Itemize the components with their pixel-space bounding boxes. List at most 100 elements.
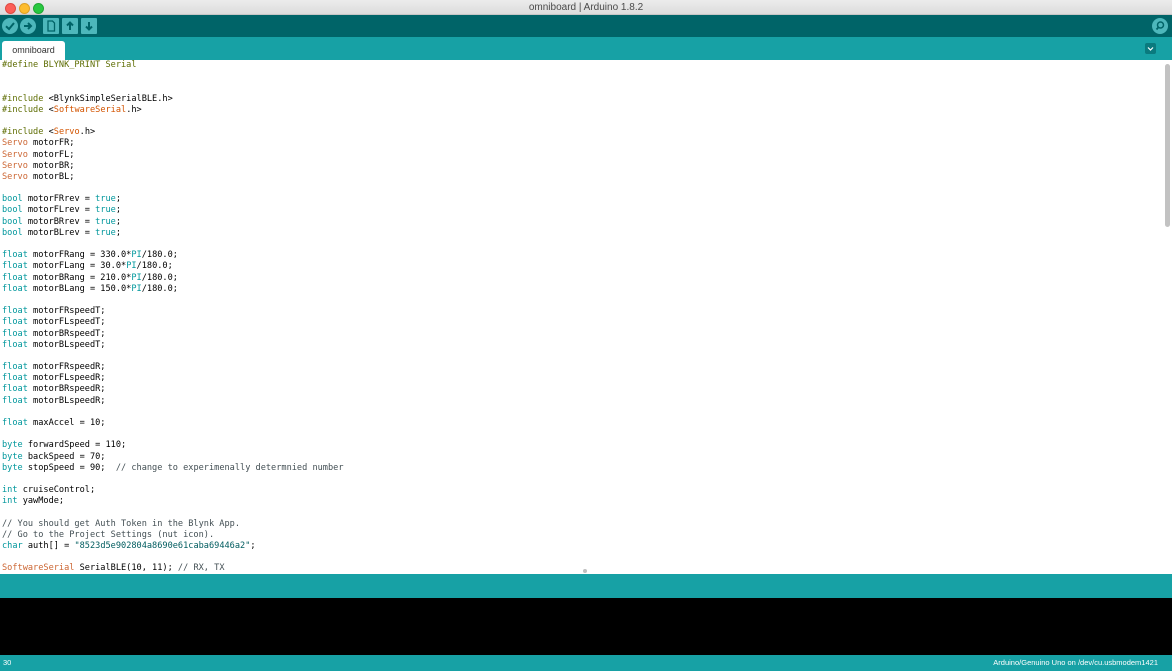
code-line[interactable]: #include <BlynkSimpleSerialBLE.h> bbox=[2, 94, 344, 105]
arrow-right-icon bbox=[24, 22, 33, 30]
code-line[interactable]: byte forwardSpeed = 110; bbox=[2, 440, 344, 451]
code-line[interactable]: bool motorBRrev = true; bbox=[2, 217, 344, 228]
code-editor[interactable]: #define BLYNK_PRINT Serial #include <Bly… bbox=[0, 60, 1172, 573]
code-token: yawMode; bbox=[17, 496, 65, 507]
code-token: PI bbox=[131, 250, 142, 261]
code-line[interactable]: bool motorFRrev = true; bbox=[2, 194, 344, 205]
code-token: #include bbox=[2, 93, 49, 104]
upload-button[interactable] bbox=[20, 18, 36, 34]
code-token: float bbox=[2, 384, 28, 395]
code-token: "8523d5e902804a8690e61caba69446a2" bbox=[74, 541, 251, 552]
code-line[interactable]: // Go to the Project Settings (nut icon)… bbox=[2, 530, 344, 541]
code-token: ; bbox=[250, 541, 256, 552]
line-number: 30 bbox=[3, 658, 12, 667]
code-line[interactable] bbox=[2, 429, 344, 440]
code-token: motorFRang = 330.0* bbox=[27, 250, 132, 261]
code-line[interactable]: float maxAccel = 10; bbox=[2, 418, 344, 429]
new-sketch-button[interactable] bbox=[43, 18, 59, 34]
code-token: bool bbox=[2, 205, 23, 216]
serial-monitor-button[interactable] bbox=[1152, 18, 1168, 34]
verify-button[interactable] bbox=[2, 18, 18, 34]
code-line[interactable] bbox=[2, 239, 344, 250]
code-line[interactable]: SoftwareSerial SerialBLE(10, 11); // RX,… bbox=[2, 563, 344, 573]
code-token: Servo bbox=[2, 138, 28, 149]
code-line[interactable]: Servo motorFR; bbox=[2, 138, 344, 149]
code-token: Servo bbox=[2, 160, 28, 171]
code-token: SoftwareSerial bbox=[2, 563, 75, 573]
console-output[interactable] bbox=[0, 598, 1172, 655]
code-line[interactable]: // You should get Auth Token in the Blyn… bbox=[2, 519, 344, 530]
code-line[interactable]: Servo motorBL; bbox=[2, 172, 344, 183]
code-token: float bbox=[2, 339, 28, 350]
code-line[interactable]: float motorBRang = 210.0*PI/180.0; bbox=[2, 273, 344, 284]
code-token: stopSpeed = 90; bbox=[22, 462, 116, 473]
code-line[interactable] bbox=[2, 552, 344, 563]
code-line[interactable]: float motorFLspeedR; bbox=[2, 373, 344, 384]
code-line[interactable]: float motorFRang = 330.0*PI/180.0; bbox=[2, 250, 344, 261]
code-text[interactable]: #define BLYNK_PRINT Serial #include <Bly… bbox=[2, 60, 344, 573]
code-line[interactable]: float motorFLspeedT; bbox=[2, 317, 344, 328]
tab-omniboard[interactable]: omniboard bbox=[2, 41, 65, 60]
tab-menu-button[interactable] bbox=[1145, 43, 1156, 54]
code-line[interactable]: #include <SoftwareSerial.h> bbox=[2, 105, 344, 116]
code-token: ; bbox=[115, 227, 122, 238]
code-line[interactable]: float motorBLspeedR; bbox=[2, 396, 344, 407]
splitter-handle[interactable] bbox=[583, 569, 587, 573]
code-token: SoftwareSerial bbox=[53, 104, 127, 115]
code-line[interactable]: float motorBLspeedT; bbox=[2, 340, 344, 351]
magnifier-icon bbox=[1155, 21, 1165, 31]
code-token: .h> bbox=[79, 127, 96, 138]
code-line[interactable]: Servo motorFL; bbox=[2, 150, 344, 161]
code-token: motorFLang = 30.0* bbox=[27, 261, 127, 272]
code-token: Servo bbox=[2, 171, 28, 182]
title-bar: omniboard | Arduino 1.8.2 bbox=[0, 0, 1172, 15]
code-token: float bbox=[2, 395, 28, 406]
code-token: true bbox=[95, 205, 116, 216]
code-token: // You should get Auth Token in the Blyn… bbox=[2, 518, 240, 529]
code-token: /180.0; bbox=[141, 250, 178, 261]
editor-scrollbar[interactable] bbox=[1162, 60, 1172, 573]
editor-scrollbar-thumb[interactable] bbox=[1165, 64, 1170, 227]
code-line[interactable] bbox=[2, 351, 344, 362]
code-line[interactable]: float motorBRspeedT; bbox=[2, 329, 344, 340]
code-line[interactable]: Servo motorBR; bbox=[2, 161, 344, 172]
code-token: float bbox=[2, 328, 28, 339]
code-line[interactable]: bool motorBLrev = true; bbox=[2, 228, 344, 239]
code-line[interactable]: float motorBLang = 150.0*PI/180.0; bbox=[2, 284, 344, 295]
code-line[interactable] bbox=[2, 183, 344, 194]
code-token: cruiseControl; bbox=[17, 485, 96, 496]
code-line[interactable] bbox=[2, 295, 344, 306]
code-line[interactable]: float motorFRspeedT; bbox=[2, 306, 344, 317]
board-port-label: Arduino/Genuino Uno on /dev/cu.usbmodem1… bbox=[993, 658, 1158, 667]
code-line[interactable] bbox=[2, 407, 344, 418]
code-token: ; bbox=[115, 216, 122, 227]
code-line[interactable]: float motorBRspeedR; bbox=[2, 384, 344, 395]
code-token: motorFLspeedT; bbox=[27, 317, 106, 328]
code-line[interactable]: float motorFRspeedR; bbox=[2, 362, 344, 373]
code-line[interactable] bbox=[2, 82, 344, 93]
code-token: // Go to the Project Settings (nut icon)… bbox=[2, 529, 215, 540]
code-line[interactable]: char auth[] = "8523d5e902804a8690e61caba… bbox=[2, 541, 344, 552]
code-token: // change to experimenally determnied nu… bbox=[115, 462, 344, 473]
code-line[interactable]: byte stopSpeed = 90; // change to experi… bbox=[2, 463, 344, 474]
code-line[interactable]: int cruiseControl; bbox=[2, 485, 344, 496]
code-line[interactable]: float motorFLang = 30.0*PI/180.0; bbox=[2, 261, 344, 272]
code-token: motorFLspeedR; bbox=[27, 373, 106, 384]
code-token: float bbox=[2, 373, 28, 384]
open-sketch-button[interactable] bbox=[62, 18, 78, 34]
code-line[interactable] bbox=[2, 71, 344, 82]
code-line[interactable]: #include <Servo.h> bbox=[2, 127, 344, 138]
code-token: byte bbox=[2, 451, 23, 462]
code-line[interactable] bbox=[2, 116, 344, 127]
code-token: int bbox=[2, 496, 18, 507]
code-token: /180.0; bbox=[141, 283, 178, 294]
code-line[interactable]: bool motorFLrev = true; bbox=[2, 205, 344, 216]
save-sketch-button[interactable] bbox=[81, 18, 97, 34]
code-line[interactable]: #define BLYNK_PRINT Serial bbox=[2, 60, 344, 71]
code-token: byte bbox=[2, 440, 23, 451]
code-token: Servo bbox=[2, 149, 28, 160]
code-line[interactable] bbox=[2, 474, 344, 485]
code-line[interactable]: byte backSpeed = 70; bbox=[2, 452, 344, 463]
code-line[interactable] bbox=[2, 508, 344, 519]
code-line[interactable]: int yawMode; bbox=[2, 496, 344, 507]
